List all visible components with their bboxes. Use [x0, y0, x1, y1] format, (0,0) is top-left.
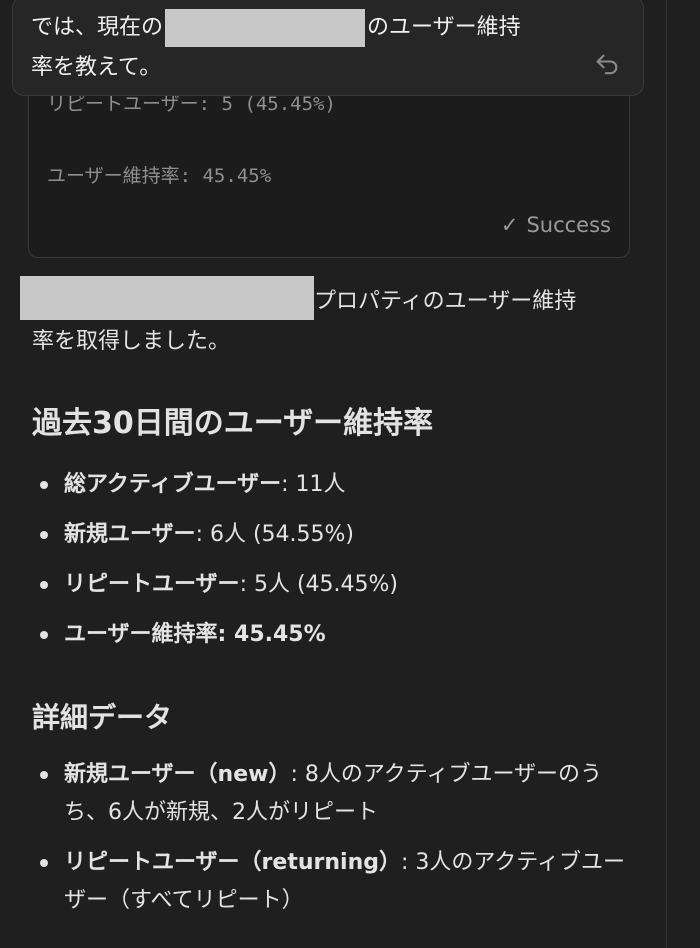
checkmark-icon: ✓ — [500, 213, 519, 237]
section-title-retention: 過去30日間のユーザー維持率 — [32, 406, 434, 441]
list-item: 新規ユーザー: 6人 (54.55%) — [36, 516, 636, 554]
tool-status-label: Success — [526, 213, 611, 237]
redacted-block — [165, 9, 366, 47]
stats-list: 総アクティブユーザー: 11人 新規ユーザー: 6人 (54.55%) リピート… — [36, 466, 636, 666]
list-item: ユーザー維持率: 45.45% — [36, 616, 636, 654]
user-message-text-a: では、現在の — [31, 15, 164, 40]
response-intro: プロパティのユーザー維持 率を取得しました。 — [20, 276, 640, 362]
section-title-details: 詳細データ — [32, 701, 173, 734]
list-item: 新規ユーザー（new）: 8人のアクティブユーザーのうち、6人が新規、2人がリピ… — [36, 756, 636, 832]
user-message-text-b: のユーザー維持 — [367, 15, 521, 40]
user-message-line-2: 率を教えて。 — [31, 55, 162, 80]
list-item: リピートユーザー: 5人 (45.45%) — [36, 566, 636, 604]
panel-divider — [666, 0, 667, 948]
assistant-response: プロパティのユーザー維持 率を取得しました。 — [20, 276, 640, 362]
tool-status: ✓ Success — [501, 213, 611, 237]
user-message-bubble: では、現在の のユーザー維持 率を教えて。 — [12, 0, 644, 96]
list-item: リピートユーザー（returning）: 3人のアクティブユーザー（すべてリピー… — [36, 844, 636, 920]
redacted-block — [20, 276, 314, 320]
user-message-line-1: では、現在の のユーザー維持 — [31, 9, 521, 47]
details-list: 新規ユーザー（new）: 8人のアクティブユーザーのうち、6人が新規、2人がリピ… — [36, 756, 636, 932]
undo-arrow-icon[interactable] — [593, 51, 621, 79]
list-item: 総アクティブユーザー: 11人 — [36, 466, 636, 504]
intro-text: プロパティのユーザー維持 — [314, 289, 577, 314]
tool-output-retention-line: ユーザー維持率: 45.45% — [47, 165, 272, 187]
intro-text-line-2: 率を取得しました。 — [32, 329, 231, 354]
